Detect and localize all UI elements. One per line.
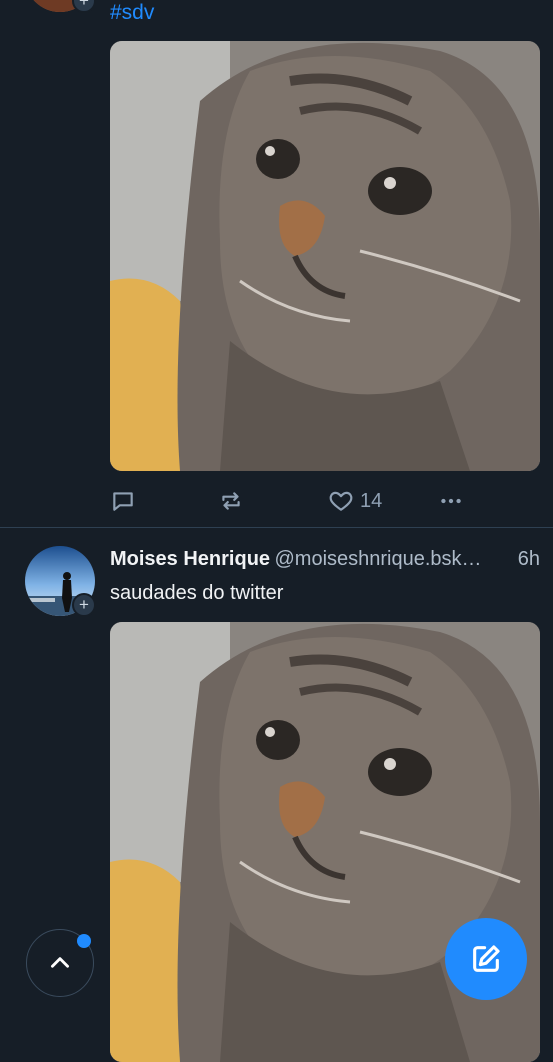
more-icon: [441, 498, 461, 504]
scroll-to-top-button[interactable]: [26, 929, 94, 997]
follow-plus-icon[interactable]: +: [72, 0, 96, 13]
reply-button[interactable]: [110, 484, 136, 518]
like-button[interactable]: 14: [328, 484, 382, 518]
compose-post-button[interactable]: [445, 918, 527, 1000]
post-image[interactable]: [110, 41, 540, 471]
avatar[interactable]: +: [25, 0, 96, 13]
hashtag-link[interactable]: #sdv: [110, 1, 154, 25]
feed-post[interactable]: + #sdv 14: [0, 0, 553, 527]
compose-icon: [473, 945, 500, 972]
post-header: Moises Henrique @moiseshnrique.bsk… 6h: [110, 548, 540, 578]
like-count: 14: [360, 489, 383, 512]
post-actions: 14: [110, 484, 470, 518]
cat-photo: [110, 41, 540, 471]
avatar[interactable]: +: [25, 546, 96, 617]
follow-plus-icon[interactable]: +: [72, 593, 96, 617]
more-options-button[interactable]: [438, 484, 464, 518]
heart-icon: [329, 491, 353, 511]
post-timestamp[interactable]: 6h: [518, 548, 540, 571]
chevron-up-icon: [51, 957, 69, 968]
post-text: saudades do twitter: [110, 582, 284, 604]
reply-icon: [113, 492, 133, 511]
repost-button[interactable]: [218, 484, 244, 518]
author-name[interactable]: Moises Henrique: [110, 548, 270, 570]
repost-icon: [222, 492, 240, 510]
new-posts-indicator: [77, 934, 91, 948]
author-handle[interactable]: @moiseshnrique.bsk…: [275, 548, 482, 571]
